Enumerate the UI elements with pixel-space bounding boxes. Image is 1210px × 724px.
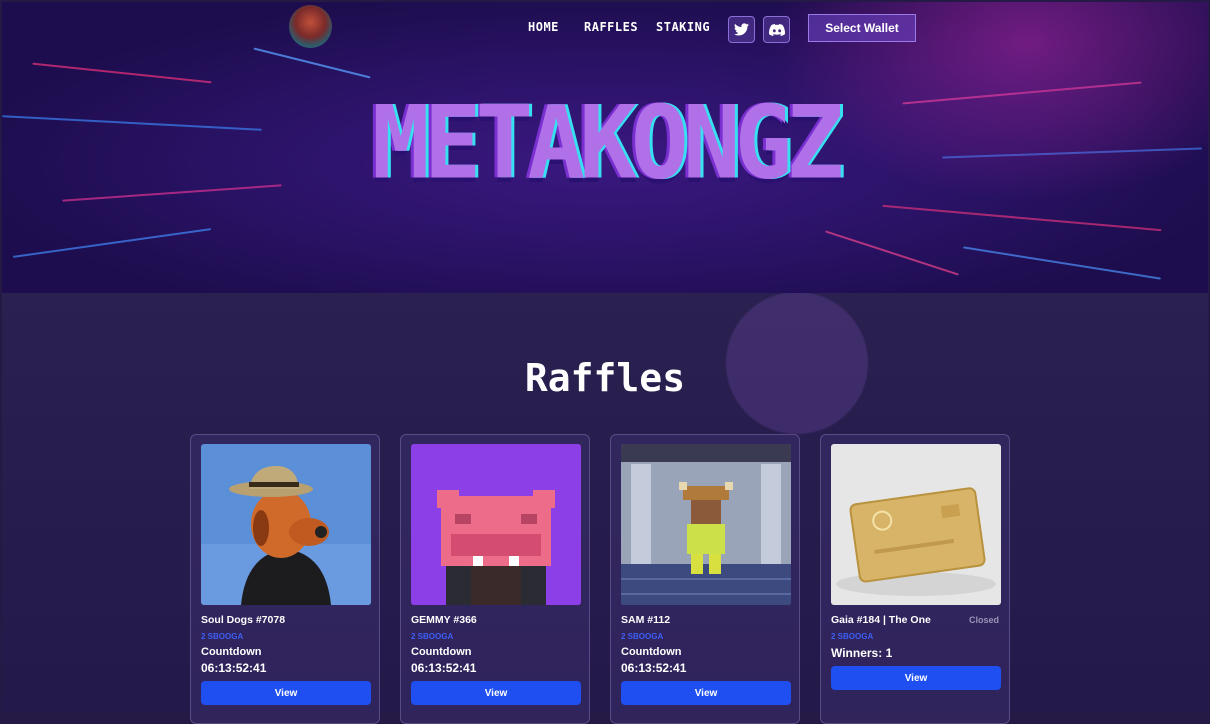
- raffle-card: Gaia #184 | The One Closed 2 SBOOGA Winn…: [820, 434, 1010, 724]
- light-streak: [12, 228, 212, 258]
- twitter-button[interactable]: [728, 16, 755, 43]
- light-streak: [253, 47, 371, 79]
- raffle-name: SAM #112: [621, 614, 671, 626]
- light-streak: [825, 230, 959, 276]
- countdown-label: Countdown: [201, 646, 262, 658]
- nft-image: [411, 444, 581, 605]
- light-streak: [2, 115, 262, 131]
- countdown-timer: 06:13:52:41: [621, 661, 687, 675]
- brand-wordmark: METAKONGZ: [371, 84, 844, 202]
- raffle-price: 2 SBOOGA: [831, 632, 874, 641]
- view-button[interactable]: View: [831, 666, 1001, 690]
- raffle-name: GEMMY #366: [411, 614, 477, 626]
- countdown-label: Countdown: [411, 646, 472, 658]
- raffle-card: Soul Dogs #7078 2 SBOOGA Countdown 06:13…: [190, 434, 380, 724]
- view-button[interactable]: View: [621, 681, 791, 705]
- site-logo-avatar[interactable]: [289, 5, 332, 48]
- countdown-label: Countdown: [621, 646, 682, 658]
- raffle-price: 2 SBOOGA: [201, 632, 244, 641]
- nav-staking[interactable]: STAKING: [656, 20, 710, 34]
- select-wallet-button[interactable]: Select Wallet: [808, 14, 916, 42]
- light-streak: [882, 204, 1162, 232]
- raffle-price: 2 SBOOGA: [621, 632, 664, 641]
- view-button[interactable]: View: [201, 681, 371, 705]
- nft-image: [831, 444, 1001, 605]
- nft-image: [201, 444, 371, 605]
- page-title: Raffles: [524, 356, 686, 400]
- status-badge: Closed: [968, 615, 999, 625]
- raffle-price: 2 SBOOGA: [411, 632, 454, 641]
- raffle-name: Gaia #184 | The One: [831, 614, 931, 626]
- countdown-timer: 06:13:52:41: [411, 661, 477, 675]
- light-streak: [32, 62, 212, 84]
- nav-home[interactable]: HOME: [528, 20, 559, 34]
- light-streak: [902, 81, 1142, 105]
- winners-count: Winners: 1: [831, 646, 893, 660]
- light-streak: [942, 147, 1202, 159]
- nav-raffles[interactable]: RAFFLES: [584, 20, 638, 34]
- discord-button[interactable]: [763, 16, 790, 43]
- raffle-card: SAM #112 2 SBOOGA Countdown 06:13:52:41 …: [610, 434, 800, 724]
- raffle-card: GEMMY #366 2 SBOOGA Countdown 06:13:52:4…: [400, 434, 590, 724]
- raffle-name: Soul Dogs #7078: [201, 614, 286, 626]
- discord-icon: [768, 23, 785, 36]
- light-streak: [62, 184, 282, 202]
- light-streak: [963, 246, 1161, 280]
- view-button[interactable]: View: [411, 681, 581, 705]
- twitter-icon: [734, 23, 749, 36]
- countdown-timer: 06:13:52:41: [201, 661, 267, 675]
- nft-image: [621, 444, 791, 605]
